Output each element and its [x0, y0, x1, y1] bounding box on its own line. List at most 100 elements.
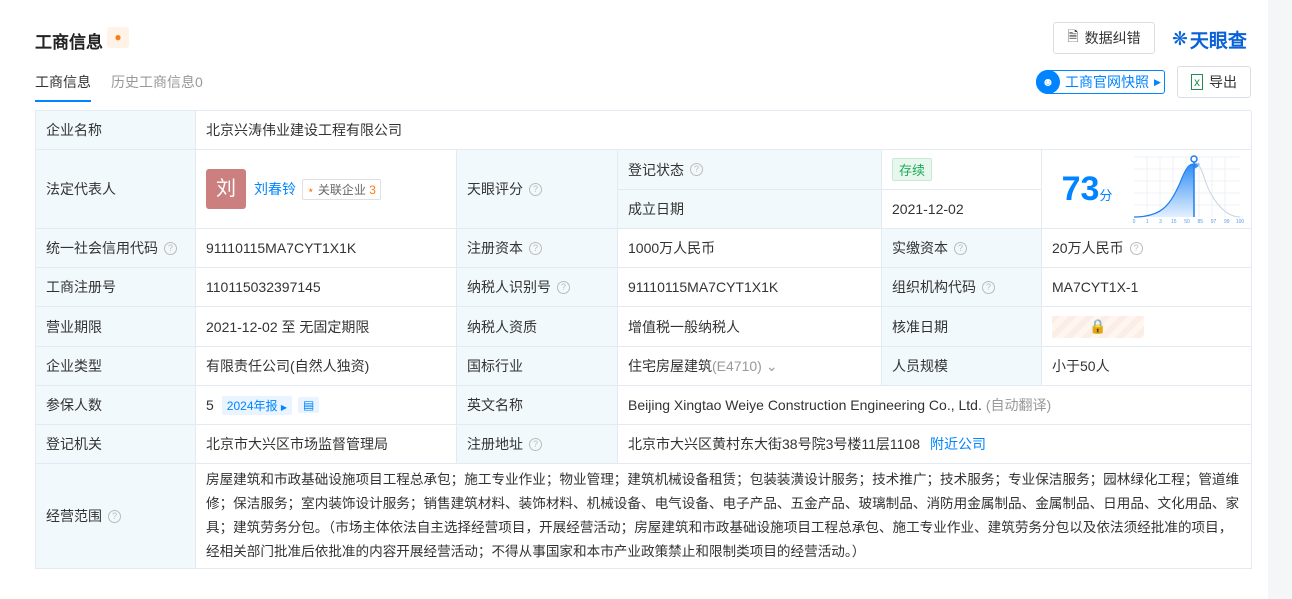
label-insured: 参保人数 [36, 386, 196, 425]
help-icon[interactable]: ? [954, 241, 967, 255]
company-type: 有限责任公司(自然人独资) [196, 347, 457, 386]
brand-logo-icon: ❋ [1172, 29, 1188, 50]
bell-icon[interactable]: ● [107, 27, 129, 48]
paid-capital: 20万人民币 [1052, 240, 1124, 256]
taxpayer-id: 91110115MA7CYT1X1K [618, 268, 882, 307]
score-value: 73分 [1042, 170, 1132, 209]
help-icon[interactable]: ? [108, 509, 121, 523]
snapshot-button[interactable]: ☻ 工商官网快照 ▶ [1036, 70, 1165, 94]
paid-capital-cell: 20万人民币? [1042, 229, 1252, 268]
legal-rep-link[interactable]: 刘春铃 [254, 179, 296, 199]
label-staff: 人员规模 [882, 347, 1042, 386]
score-unit: 分 [1099, 187, 1113, 203]
caret-right-icon: ▶ [1154, 76, 1161, 87]
help-icon[interactable]: ? [529, 241, 542, 255]
score-axis-tick: 15 [1171, 219, 1177, 223]
reg-status-cell: 存续 [882, 150, 1042, 190]
label-text: 组织机构代码 [892, 279, 976, 295]
score-number: 73 [1061, 169, 1100, 208]
help-icon[interactable]: ? [164, 241, 177, 255]
help-icon[interactable]: ? [690, 163, 703, 176]
label-en-name: 英文名称 [457, 386, 618, 425]
reg-capital: 1000万人民币 [618, 229, 882, 268]
business-scope: 房屋建筑和市政基础设施项目工程总承包；施工专业作业；物业管理；建筑机械设备租赁；… [196, 464, 1252, 569]
help-icon[interactable]: ? [982, 280, 995, 294]
export-button[interactable]: x 导出 [1177, 66, 1251, 98]
help-icon[interactable]: ? [557, 280, 570, 294]
label-text: 天眼评分 [467, 181, 523, 197]
insured-count: 5 [206, 397, 214, 413]
related-companies-button[interactable]: ⋆ 关联企业 3 [302, 178, 381, 200]
locked-value[interactable]: 🔒 [1052, 315, 1144, 338]
label-scope: 经营范围? [36, 464, 196, 569]
reg-no: 110115032397145 [196, 268, 457, 307]
label-org-code: 组织机构代码? [882, 268, 1042, 307]
chevron-down-icon[interactable]: ⌄ [766, 358, 778, 375]
nearby-companies-link[interactable]: 附近公司 [930, 434, 986, 454]
business-term: 2021-12-02 至 无固定期限 [196, 307, 457, 347]
related-label: 关联企业 [317, 182, 366, 197]
found-date: 2021-12-02 [882, 190, 1042, 229]
score-axis-tick: 50 [1184, 219, 1190, 223]
report-error-label: 数据纠错 [1084, 30, 1141, 46]
score-pin-icon [1190, 155, 1198, 163]
score-axis-tick: 0 [1133, 219, 1136, 223]
label-reg-status: 登记状态? [618, 150, 882, 190]
score-distribution-chart: 0 1 3 15 50 85 97 99 100 [1133, 155, 1244, 223]
help-icon[interactable]: ? [1129, 241, 1143, 255]
tab-history[interactable]: 历史工商信息0 [111, 72, 203, 102]
auto-translate-note: (自动翻译) [985, 397, 1052, 413]
label-industry: 国标行业 [457, 347, 618, 386]
network-icon: ⋆ [307, 182, 315, 197]
excel-icon: x [1191, 74, 1203, 90]
legal-rep-cell: 刘刘春铃 ⋆ 关联企业 3 [196, 150, 457, 229]
section-title: 工商信息 [35, 33, 103, 52]
label-text: 纳税人识别号 [467, 279, 551, 295]
info-table: 企业名称 北京兴涛伟业建设工程有限公司 法定代表人 刘刘春铃 ⋆ 关联企业 3 登… [35, 110, 1252, 569]
label-text: 实缴资本 [892, 240, 948, 256]
label-term: 营业期限 [36, 307, 196, 347]
industry-code: (E4710) [712, 358, 762, 374]
score-cell: 73分 0 1 3 15 50 85 97 99 100 [1042, 150, 1252, 229]
english-name: Beijing Xingtao Weiye Construction Engin… [628, 397, 982, 413]
label-taxpayer-qual: 纳税人资质 [457, 307, 618, 347]
en-name-cell: Beijing Xingtao Weiye Construction Engin… [618, 386, 1252, 425]
chart-icon[interactable]: ▤ [298, 397, 320, 413]
staff-size: 小于50人 [1042, 347, 1252, 386]
snapshot-label: 工商官网快照 [1065, 74, 1149, 90]
label-authority: 登记机关 [36, 425, 196, 464]
report-error-button[interactable]: 🗎 数据纠错 [1053, 22, 1155, 54]
credit-code: 91110115MA7CYT1X1K [196, 229, 457, 268]
export-label: 导出 [1209, 74, 1237, 90]
score-axis-tick: 1 [1146, 219, 1149, 223]
help-icon[interactable]: ? [529, 437, 542, 451]
org-code: MA7CYT1X-1 [1042, 268, 1252, 307]
document-icon: 🗎 [1067, 28, 1079, 44]
label-reg-no: 工商注册号 [36, 268, 196, 307]
label-score: 天眼评分? [457, 150, 618, 229]
brand-logo: ❋ 天眼查 [1172, 26, 1247, 53]
score-area [1134, 163, 1200, 217]
industry-cell[interactable]: 住宅房屋建筑 (E4710) ⌄ [618, 347, 882, 386]
caret-right-icon: ▶ [280, 402, 287, 412]
label-credit-code: 统一社会信用代码? [36, 229, 196, 268]
address-cell: 北京市大兴区黄村东大街38号院3号楼11层1108 附近公司 [618, 425, 1252, 464]
lock-icon: 🔒 [1089, 318, 1107, 334]
tab-business-info[interactable]: 工商信息 [35, 72, 91, 102]
label-text: 注册资本 [467, 240, 523, 256]
reg-address: 北京市大兴区黄村东大街38号院3号楼11层1108 [628, 436, 920, 452]
annual-report-button[interactable]: 2024年报 ▶ [221, 395, 292, 415]
label-text: 统一社会信用代码 [46, 240, 158, 256]
score-axis-tick: 97 [1211, 219, 1217, 223]
label-address: 注册地址? [457, 425, 618, 464]
tabs: 工商信息 历史工商信息0 [35, 72, 203, 102]
business-info-card: 工商信息 ● 🗎 数据纠错 ❋ 天眼查 工商信息 历史工商信息0 ☻ 工商官网快照 ▶ … [0, 0, 1268, 599]
company-name: 北京兴涛伟业建设工程有限公司 [196, 111, 1252, 150]
score-axis-tick: 3 [1159, 219, 1162, 223]
user-icon: ☻ [1036, 70, 1060, 94]
score-axis-tick: 99 [1224, 219, 1230, 223]
label-approve-date: 核准日期 [882, 307, 1042, 347]
help-icon[interactable]: ? [529, 182, 542, 196]
label-reg-capital: 注册资本? [457, 229, 618, 268]
status-badge: 存续 [892, 158, 933, 181]
